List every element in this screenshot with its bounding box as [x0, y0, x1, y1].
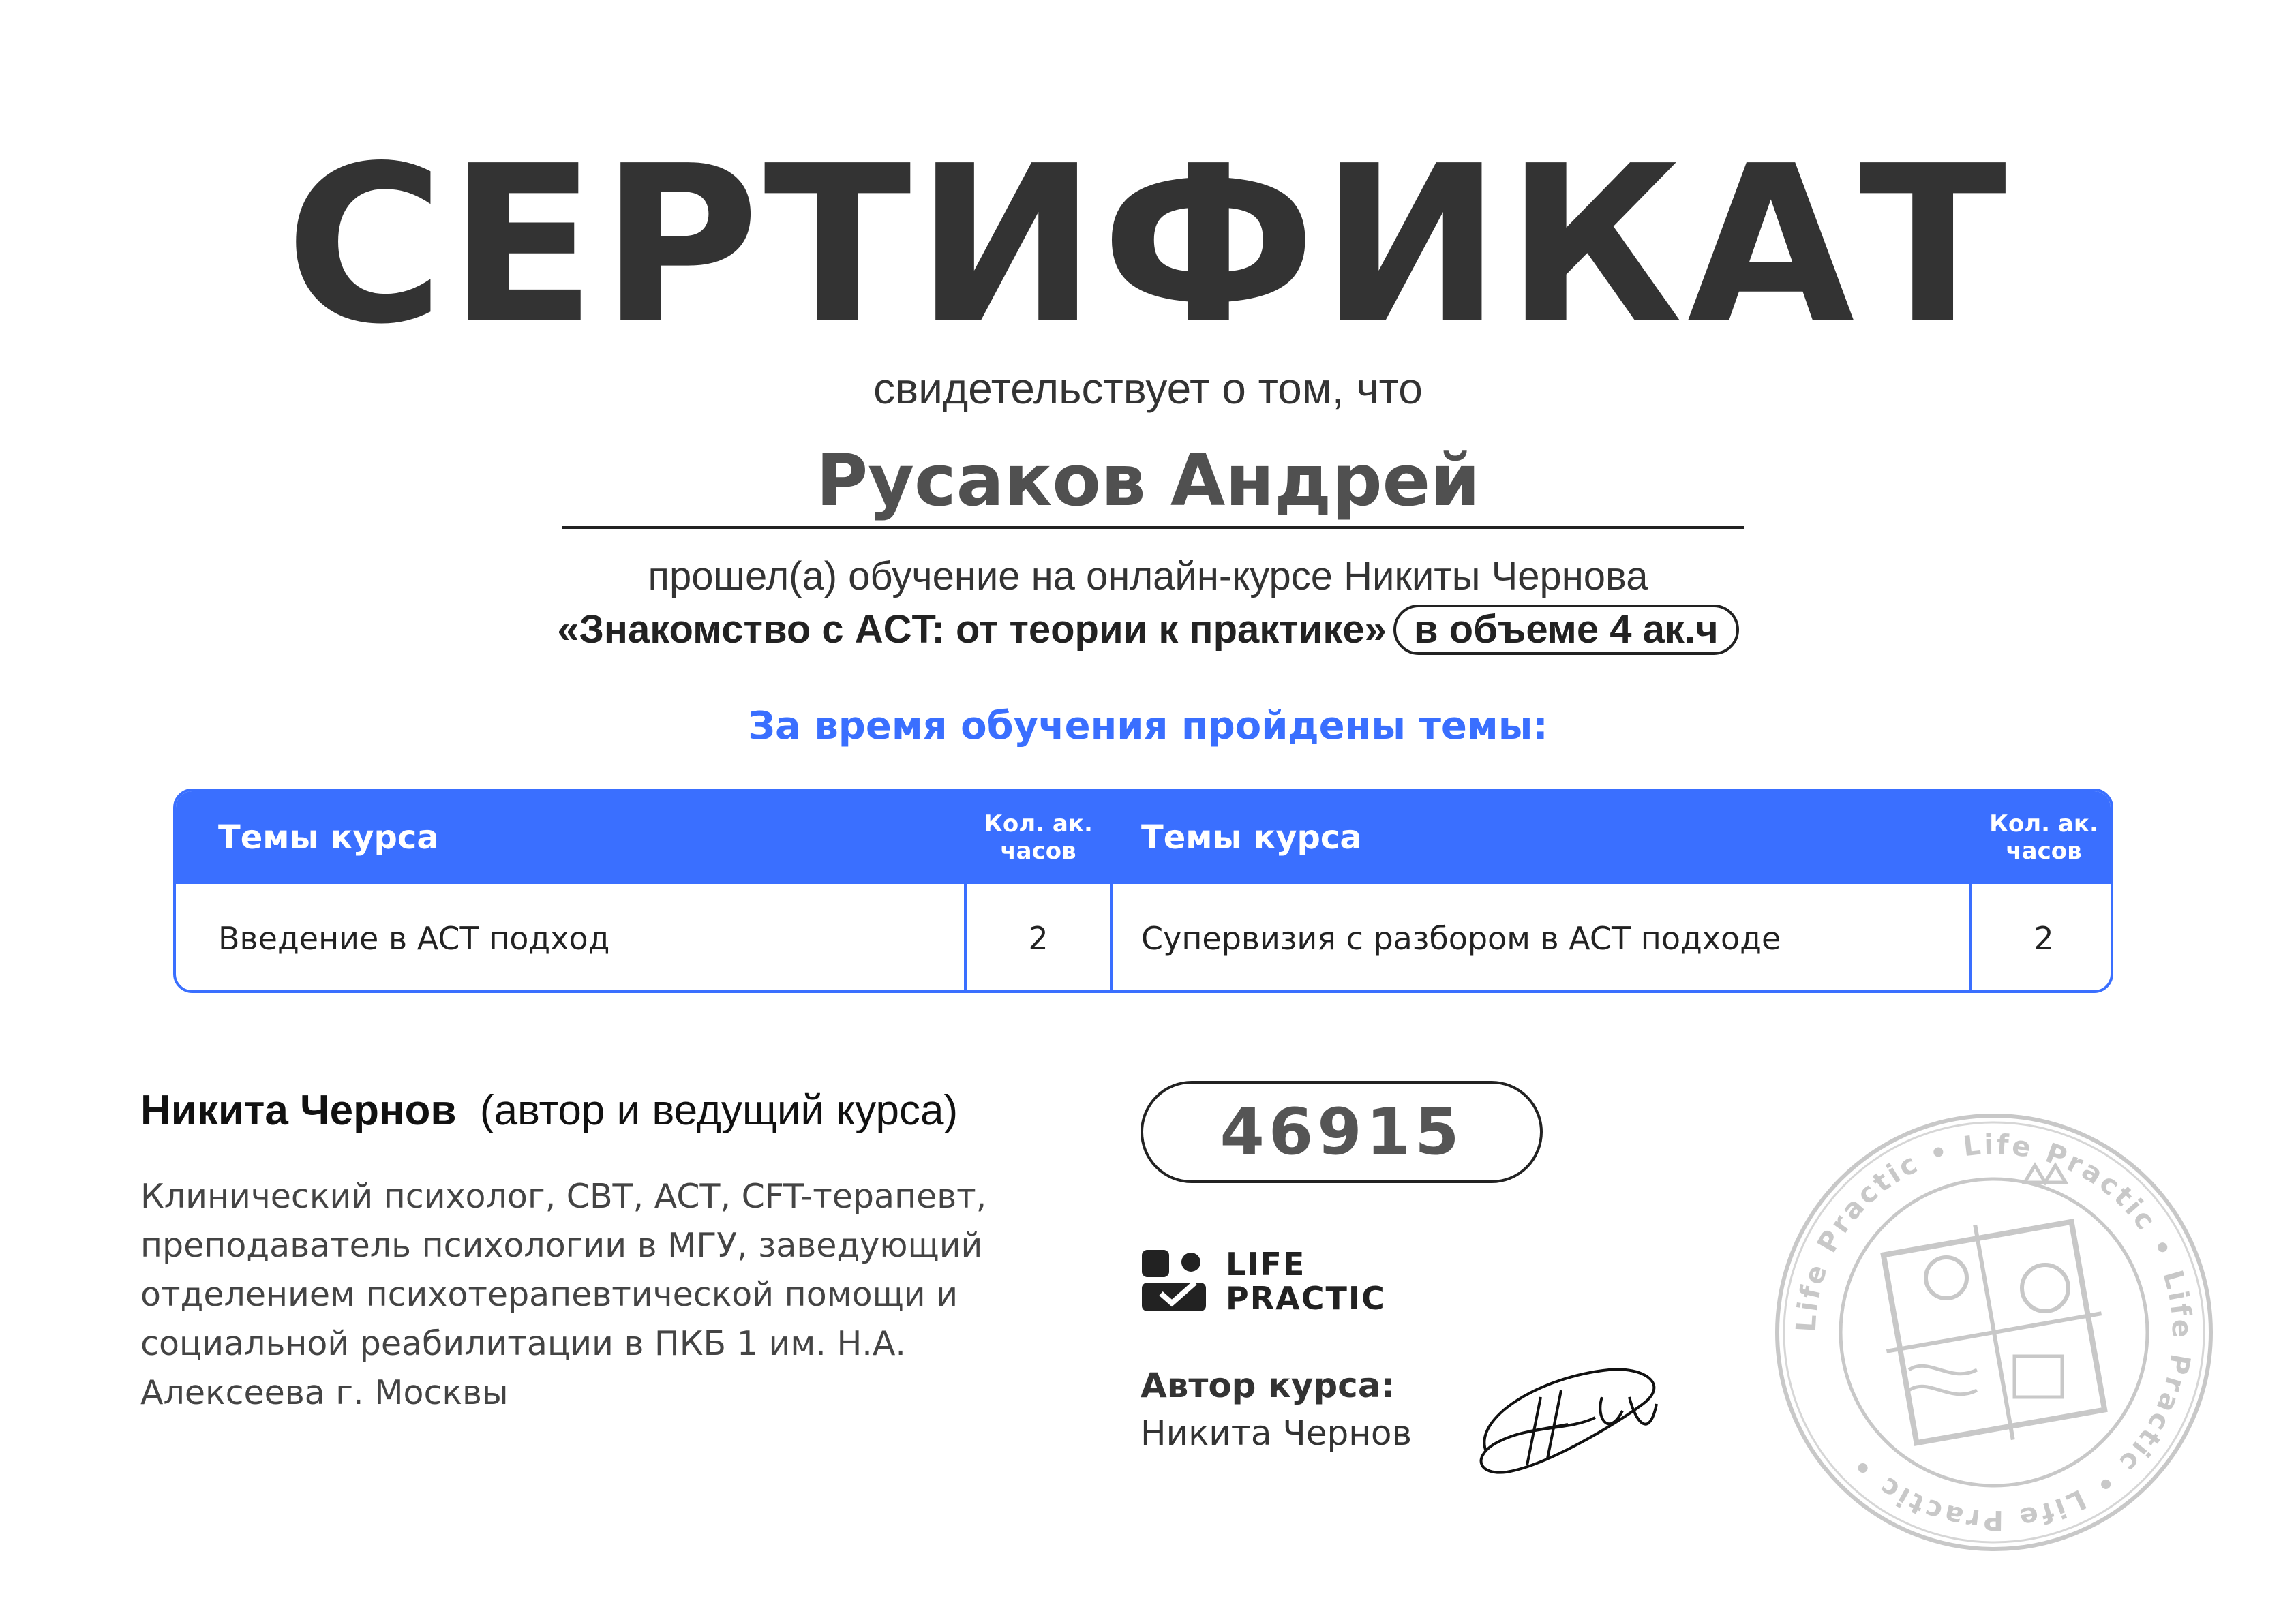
table-header-hours: Кол. ак. часов [967, 791, 1110, 884]
life-practic-logo-icon [1142, 1250, 1206, 1311]
logo-text: LIFE PRACTIC [1226, 1247, 1386, 1315]
signature-label: Автор курса: [1141, 1366, 1395, 1405]
certificate-title: СЕРТИФИКАТ [285, 119, 2011, 371]
signature-icon [1479, 1368, 1658, 1474]
author-name: Никита Чернов [140, 1087, 457, 1134]
course-title-line: «Знакомство с ACT: от теории к практике»… [0, 604, 2296, 656]
table-cell-topic: Введение в ACT подход [218, 920, 610, 957]
course-name: «Знакомство с ACT: от теории к практике» [557, 607, 1387, 652]
certificate-subtitle: свидетельствует о том, что [873, 364, 1423, 413]
hours-label-2: часов [1000, 838, 1076, 865]
table-header-topics: Темы курса [1141, 818, 1362, 857]
table-header-topics: Темы курса [218, 818, 439, 857]
hours-label-1: Кол. ак. [1989, 810, 2098, 838]
table-divider [1110, 791, 1113, 990]
course-line: прошел(а) обучение на онлайн-курсе Никит… [648, 554, 1648, 598]
seal-icon: Life Practic • Life Practic • Life Pract… [1775, 1114, 2213, 1551]
table-cell-hours: 2 [1028, 920, 1048, 957]
table-header-hours: Кол. ак. часов [1972, 791, 2111, 884]
author-heading: Никита Чернов (автор и ведущий курса) [140, 1084, 958, 1138]
recipient-name: Русаков Андрей [815, 439, 1481, 522]
hours-label-2: часов [2006, 838, 2082, 865]
author-bio: Клинический психолог, CBT, ACT, CFT-тера… [140, 1177, 987, 1412]
signature-name: Никита Чернов [1141, 1413, 1412, 1453]
logo-line-1: LIFE [1226, 1246, 1306, 1283]
volume-badge: в объеме 4 ак.ч [1393, 605, 1739, 655]
logo-line-2: PRACTIC [1226, 1280, 1386, 1317]
author-role: (автор и ведущий курса) [479, 1087, 958, 1134]
certificate-number: 46915 [1141, 1081, 1543, 1183]
name-underline [562, 526, 1744, 529]
topics-heading: За время обучения пройдены темы: [748, 704, 1548, 748]
table-cell-topic: Супервизия с разбором в ACT подходе [1141, 920, 1781, 957]
topics-table: Темы курса Кол. ак. часов Темы курса Кол… [173, 789, 2113, 993]
hours-label-1: Кол. ак. [984, 810, 1093, 838]
table-cell-hours: 2 [2034, 920, 2054, 957]
